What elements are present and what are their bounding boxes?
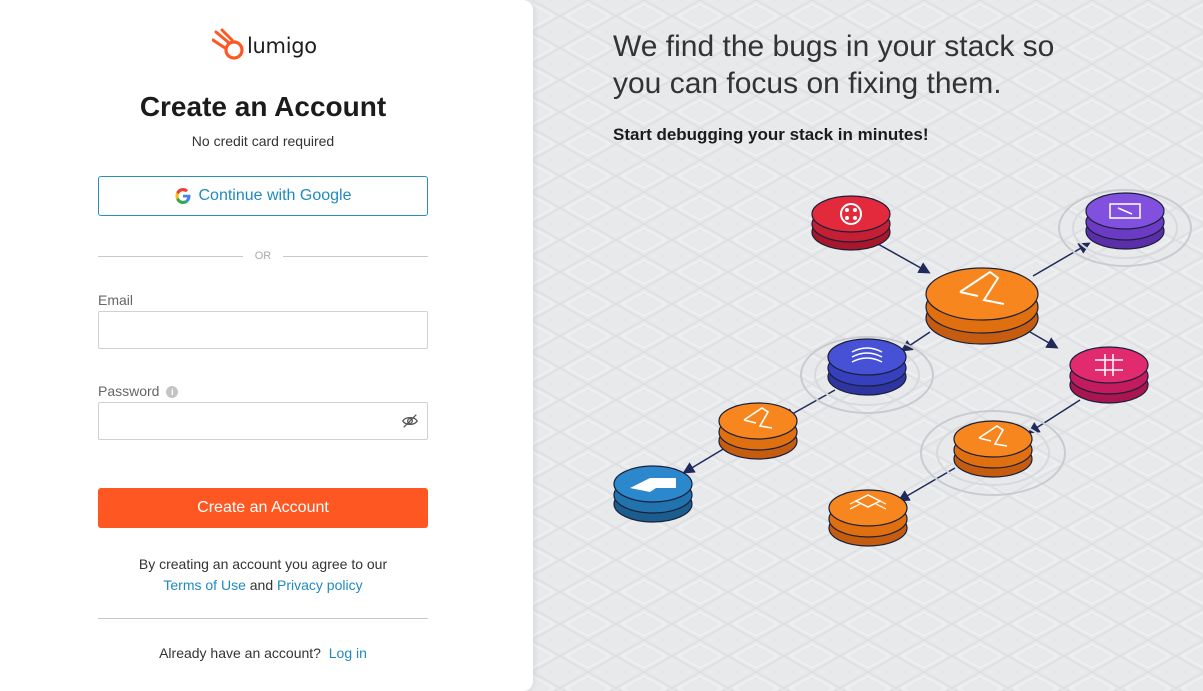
email-field[interactable]: [98, 311, 428, 349]
hero-headline: We find the bugs in your stack so you ca…: [613, 28, 1173, 102]
twilio-node-icon: [811, 195, 891, 251]
terms-text: By creating an account you agree to our …: [0, 554, 526, 596]
or-line-right: [283, 256, 428, 257]
hero-headline-line2: you can focus on fixing them.: [613, 67, 1002, 100]
api-gateway-node-icon: [613, 465, 693, 523]
info-icon[interactable]: i: [166, 386, 179, 399]
hero-subheadline: Start debugging your stack in minutes!: [613, 125, 929, 144]
logo-text: lumigo: [247, 34, 317, 58]
terms-links-row: Terms of Use and Privacy policy: [0, 575, 526, 596]
hero-headline-line1: We find the bugs in your stack so: [613, 30, 1055, 63]
email-label: Email: [98, 292, 134, 308]
terms-of-use-link[interactable]: Terms of Use: [163, 577, 245, 593]
password-label: Password: [98, 383, 160, 399]
architecture-illustration: [613, 189, 1192, 547]
page-title: Create an Account: [139, 91, 387, 122]
eventbridge-node-icon: [1069, 346, 1149, 404]
password-field[interactable]: [98, 402, 428, 440]
google-icon: [175, 188, 190, 204]
lumigo-logo-icon: [212, 28, 244, 60]
lambda-node-icon: [718, 402, 798, 460]
continue-with-google-button[interactable]: Continue with Google: [98, 176, 428, 216]
create-account-button[interactable]: Create an Account: [98, 488, 428, 528]
divider: [98, 618, 428, 619]
terms-prefix: By creating an account you agree to our: [138, 556, 388, 572]
log-in-link[interactable]: Log in: [329, 645, 367, 661]
ec2-node-icon: [828, 489, 908, 547]
sqs-node-icon: [827, 338, 907, 396]
step-functions-node-icon: [1085, 192, 1165, 250]
lumigo-logo: lumigo: [212, 28, 317, 62]
login-prompt: Already have an account?: [159, 645, 321, 661]
terms-and-text: and: [249, 577, 274, 593]
lambda-node-icon: [953, 420, 1033, 478]
aws-lambda-node-icon: [925, 267, 1039, 345]
or-separator: OR: [98, 250, 428, 264]
eye-slash-icon[interactable]: [401, 412, 419, 430]
login-row: Already have an account? Log in: [0, 645, 526, 661]
privacy-policy-link[interactable]: Privacy policy: [277, 577, 363, 593]
password-label-row: Password i: [98, 383, 179, 399]
signup-panel: lumigo Create an Account No credit card …: [0, 0, 533, 691]
page-subtitle: No credit card required: [191, 133, 335, 149]
google-button-label: Continue with Google: [198, 187, 352, 204]
